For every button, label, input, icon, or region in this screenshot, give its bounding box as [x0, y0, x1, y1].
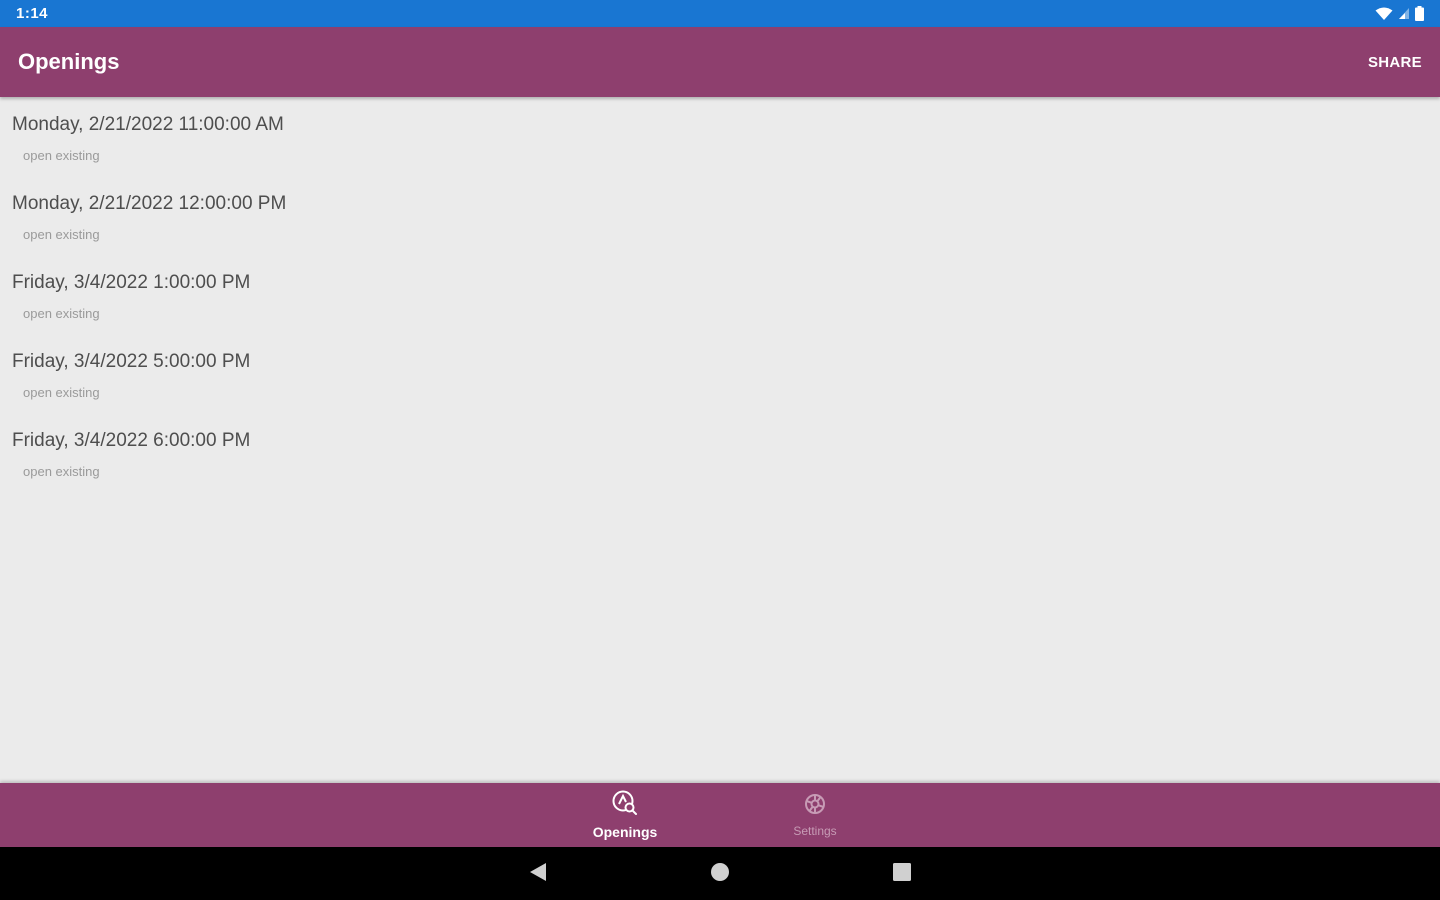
status-time: 1:14 [16, 5, 49, 22]
tab-settings[interactable]: Settings [750, 783, 880, 847]
recents-button[interactable] [889, 861, 915, 887]
list-item[interactable]: Monday, 2/21/2022 11:00:00 AM open exist… [0, 110, 1440, 189]
opening-datetime: Friday, 3/4/2022 6:00:00 PM [12, 430, 251, 451]
opening-status: open existing [23, 306, 100, 321]
opening-status: open existing [23, 227, 100, 242]
opening-datetime: Monday, 2/21/2022 12:00:00 PM [12, 193, 287, 214]
tab-openings-label: Openings [592, 824, 658, 840]
home-icon [710, 862, 730, 887]
status-bar: 1:14 [0, 0, 1440, 27]
cellular-signal-icon [1398, 7, 1410, 20]
opening-status: open existing [23, 385, 100, 400]
battery-icon [1415, 6, 1424, 21]
status-icons [1375, 6, 1424, 21]
back-icon [529, 862, 547, 887]
opening-datetime: Monday, 2/21/2022 11:00:00 AM [12, 114, 284, 135]
wifi-icon [1375, 7, 1393, 21]
opening-status: open existing [23, 464, 100, 479]
recents-icon [893, 862, 911, 886]
opening-datetime: Friday, 3/4/2022 5:00:00 PM [12, 351, 251, 372]
back-button[interactable] [525, 861, 551, 887]
share-button[interactable]: SHARE [1360, 46, 1422, 79]
tab-settings-label: Settings [793, 824, 837, 838]
openings-list: Monday, 2/21/2022 11:00:00 AM open exist… [0, 110, 1440, 505]
gear-icon [803, 792, 827, 821]
system-nav-bar [0, 847, 1440, 900]
list-item[interactable]: Monday, 2/21/2022 12:00:00 PM open exist… [0, 189, 1440, 268]
opening-status: open existing [23, 148, 100, 163]
tab-openings[interactable]: Openings [560, 783, 690, 847]
list-item[interactable]: Friday, 3/4/2022 5:00:00 PM open existin… [0, 347, 1440, 426]
screen: 1:14 Openings SHARE Monday, 2/21/2022 11… [0, 0, 1440, 900]
opening-datetime: Friday, 3/4/2022 1:00:00 PM [12, 272, 251, 293]
list-item[interactable]: Friday, 3/4/2022 1:00:00 PM open existin… [0, 268, 1440, 347]
app-bar: Openings SHARE [0, 27, 1440, 97]
list-item[interactable]: Friday, 3/4/2022 6:00:00 PM open existin… [0, 426, 1440, 505]
bottom-nav: Openings Settings [0, 783, 1440, 847]
home-button[interactable] [707, 861, 733, 887]
page-title: Openings [18, 49, 120, 74]
calendar-search-icon [612, 790, 638, 821]
